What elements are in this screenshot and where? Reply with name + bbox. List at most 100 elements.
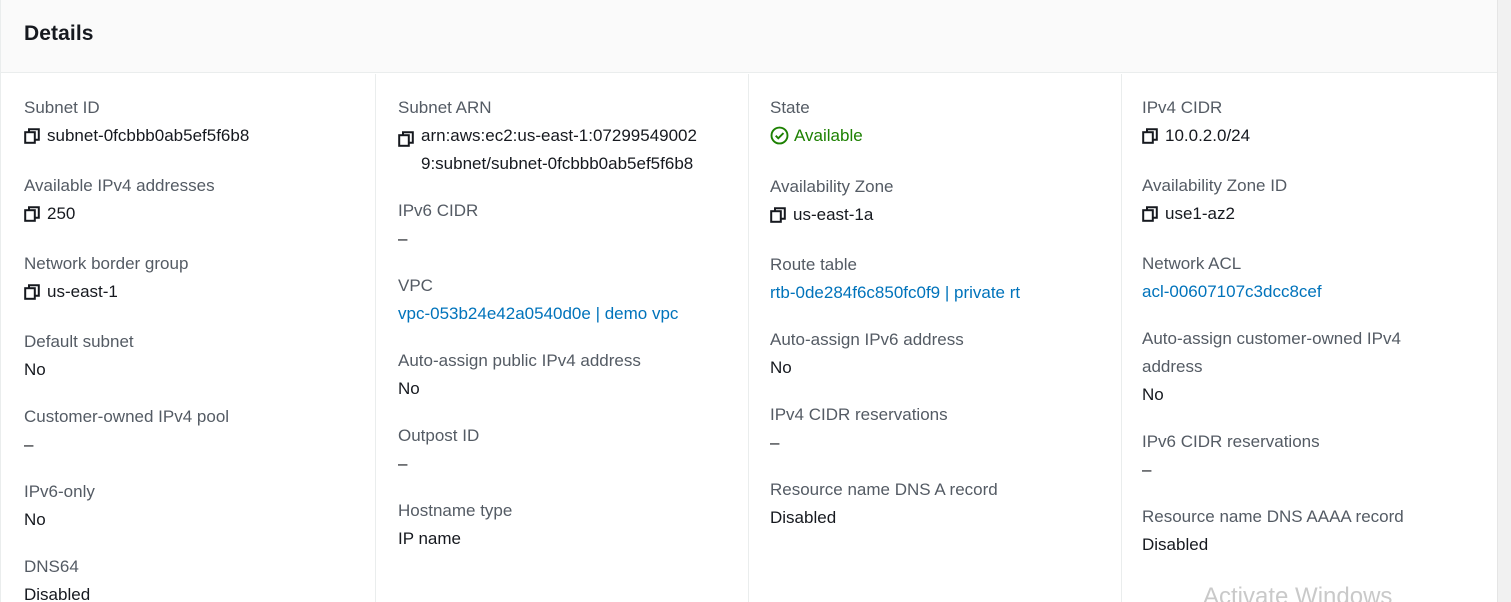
check-circle-icon [770,126,789,154]
field-value: – [1142,460,1152,479]
field-label: Outpost ID [398,426,480,445]
field-label: IPv4 CIDR reservations [770,405,948,424]
field-value: use1-az2 [1142,200,1498,231]
network-border-group-value: us-east-1 [47,282,118,301]
field-label: Route table [770,255,857,274]
copy-icon[interactable] [24,281,40,309]
field-label: Availability Zone [770,177,894,196]
field-auto-assign-ipv6: Auto-assign IPv6 address No [770,326,1121,382]
copy-icon[interactable] [1142,125,1158,153]
field-state: State Available [770,94,1121,154]
field-value: No [24,510,46,529]
field-label: Customer-owned IPv4 pool [24,407,230,426]
field-available-ipv4: Available IPv4 addresses 250 [24,172,375,231]
details-column-4: IPv4 CIDR 10.0.2.0/24 Availability Zone … [1121,74,1498,602]
field-default-subnet: Default subnet No [24,328,375,384]
availability-zone-value: us-east-1a [793,205,874,224]
field-dns-aaaa-record: Resource name DNS AAAA record Disabled [1142,503,1498,559]
field-label: Hostname type [398,501,513,520]
field-label: Resource name DNS A record [770,480,998,499]
scrollbar[interactable] [1497,0,1511,602]
copy-icon[interactable] [24,203,40,231]
copy-icon[interactable] [398,128,414,156]
field-value: No [398,379,420,398]
field-label: Availability Zone ID [1142,176,1288,195]
field-auto-assign-public-ipv4: Auto-assign public IPv4 address No [398,347,748,403]
field-label: Available IPv4 addresses [24,176,215,195]
subnet-arn-value: arn:aws:ec2:us-east-1:072995490029:subne… [421,126,697,173]
activate-windows-watermark: Activate Windows [1203,583,1393,602]
field-availability-zone-id: Availability Zone ID use1-az2 [1142,172,1498,231]
field-value: us-east-1 [24,278,375,309]
details-columns: Subnet ID subnet-0fcbbb0ab5ef5f6b8 Avail… [1,74,1498,602]
field-availability-zone: Availability Zone us-east-1a [770,173,1121,232]
field-label: Subnet ARN [398,98,492,117]
copy-icon[interactable] [24,125,40,153]
field-label: IPv6-only [24,482,95,501]
field-value: Disabled [24,585,91,602]
field-label: Network border group [24,254,189,273]
network-acl-link[interactable]: acl-00607107c3dcc8cef [1142,278,1498,306]
field-vpc: VPC vpc-053b24e42a0540d0e | demo vpc [398,272,748,328]
field-dns-a-record: Resource name DNS A record Disabled [770,476,1121,532]
field-ipv6-cidr-reservations: IPv6 CIDR reservations – [1142,428,1498,484]
field-value: – [24,435,34,454]
details-column-3: State Available Availability Zone us-eas… [748,74,1121,602]
field-value: – [770,433,780,452]
available-ipv4-value: 250 [47,204,76,223]
field-hostname-type: Hostname type IP name [398,497,748,553]
details-header: Details [1,0,1497,73]
page-title: Details [24,22,94,45]
field-value: 250 [24,200,375,231]
field-value: subnet-0fcbbb0ab5ef5f6b8 [24,122,375,153]
field-subnet-id: Subnet ID subnet-0fcbbb0ab5ef5f6b8 [24,94,375,153]
field-label: Resource name DNS AAAA record [1142,507,1404,526]
field-network-acl: Network ACL acl-00607107c3dcc8cef [1142,250,1498,306]
field-outpost-id: Outpost ID – [398,422,748,478]
field-value: Disabled [770,508,837,527]
field-value: No [770,358,792,377]
field-label: IPv6 CIDR reservations [1142,432,1320,451]
field-value: – [398,229,408,248]
field-value: us-east-1a [770,201,1121,232]
field-label: Subnet ID [24,98,100,117]
field-label: Auto-assign customer-owned IPv4 address [1142,329,1401,376]
field-label: State [770,98,810,117]
field-label: VPC [398,276,433,295]
details-panel: Details Subnet ID subnet-0fcbbb0ab5ef5f6… [0,0,1497,602]
field-dns64: DNS64 Disabled [24,553,375,602]
availability-zone-id-value: use1-az2 [1165,204,1235,223]
ipv4-cidr-value: 10.0.2.0/24 [1165,126,1251,145]
field-label: Default subnet [24,332,134,351]
field-auto-assign-customer-ipv4: Auto-assign customer-owned IPv4 address … [1142,325,1498,409]
details-column-2: Subnet ARN arn:aws:ec2:us-east-1:0729954… [375,74,748,602]
field-label: Auto-assign public IPv4 address [398,351,641,370]
field-label: Auto-assign IPv6 address [770,330,964,349]
state-value: Available [794,126,863,145]
field-value: No [24,360,46,379]
field-ipv4-cidr-reservations: IPv4 CIDR reservations – [770,401,1121,457]
copy-icon[interactable] [770,204,786,232]
details-column-1: Subnet ID subnet-0fcbbb0ab5ef5f6b8 Avail… [1,74,375,602]
field-network-border-group: Network border group us-east-1 [24,250,375,309]
field-label: DNS64 [24,557,79,576]
field-value: Disabled [1142,535,1209,554]
field-value: IP name [398,529,462,548]
route-table-link[interactable]: rtb-0de284f6c850fc0f9 | private rt [770,279,1121,307]
field-value: arn:aws:ec2:us-east-1:072995490029:subne… [398,122,748,178]
field-ipv6-cidr: IPv6 CIDR – [398,197,748,253]
copy-icon[interactable] [1142,203,1158,231]
field-label: Network ACL [1142,254,1242,273]
vpc-link[interactable]: vpc-053b24e42a0540d0e | demo vpc [398,300,748,328]
field-route-table: Route table rtb-0de284f6c850fc0f9 | priv… [770,251,1121,307]
field-label: IPv6 CIDR [398,201,479,220]
subnet-id-value: subnet-0fcbbb0ab5ef5f6b8 [47,126,250,145]
field-value: No [1142,385,1164,404]
status-badge: Available [770,122,1121,154]
field-label: IPv4 CIDR [1142,98,1223,117]
field-value: – [398,454,408,473]
field-ipv6-only: IPv6-only No [24,478,375,534]
field-value: 10.0.2.0/24 [1142,122,1498,153]
field-customer-owned-ipv4-pool: Customer-owned IPv4 pool – [24,403,375,459]
field-ipv4-cidr: IPv4 CIDR 10.0.2.0/24 [1142,94,1498,153]
